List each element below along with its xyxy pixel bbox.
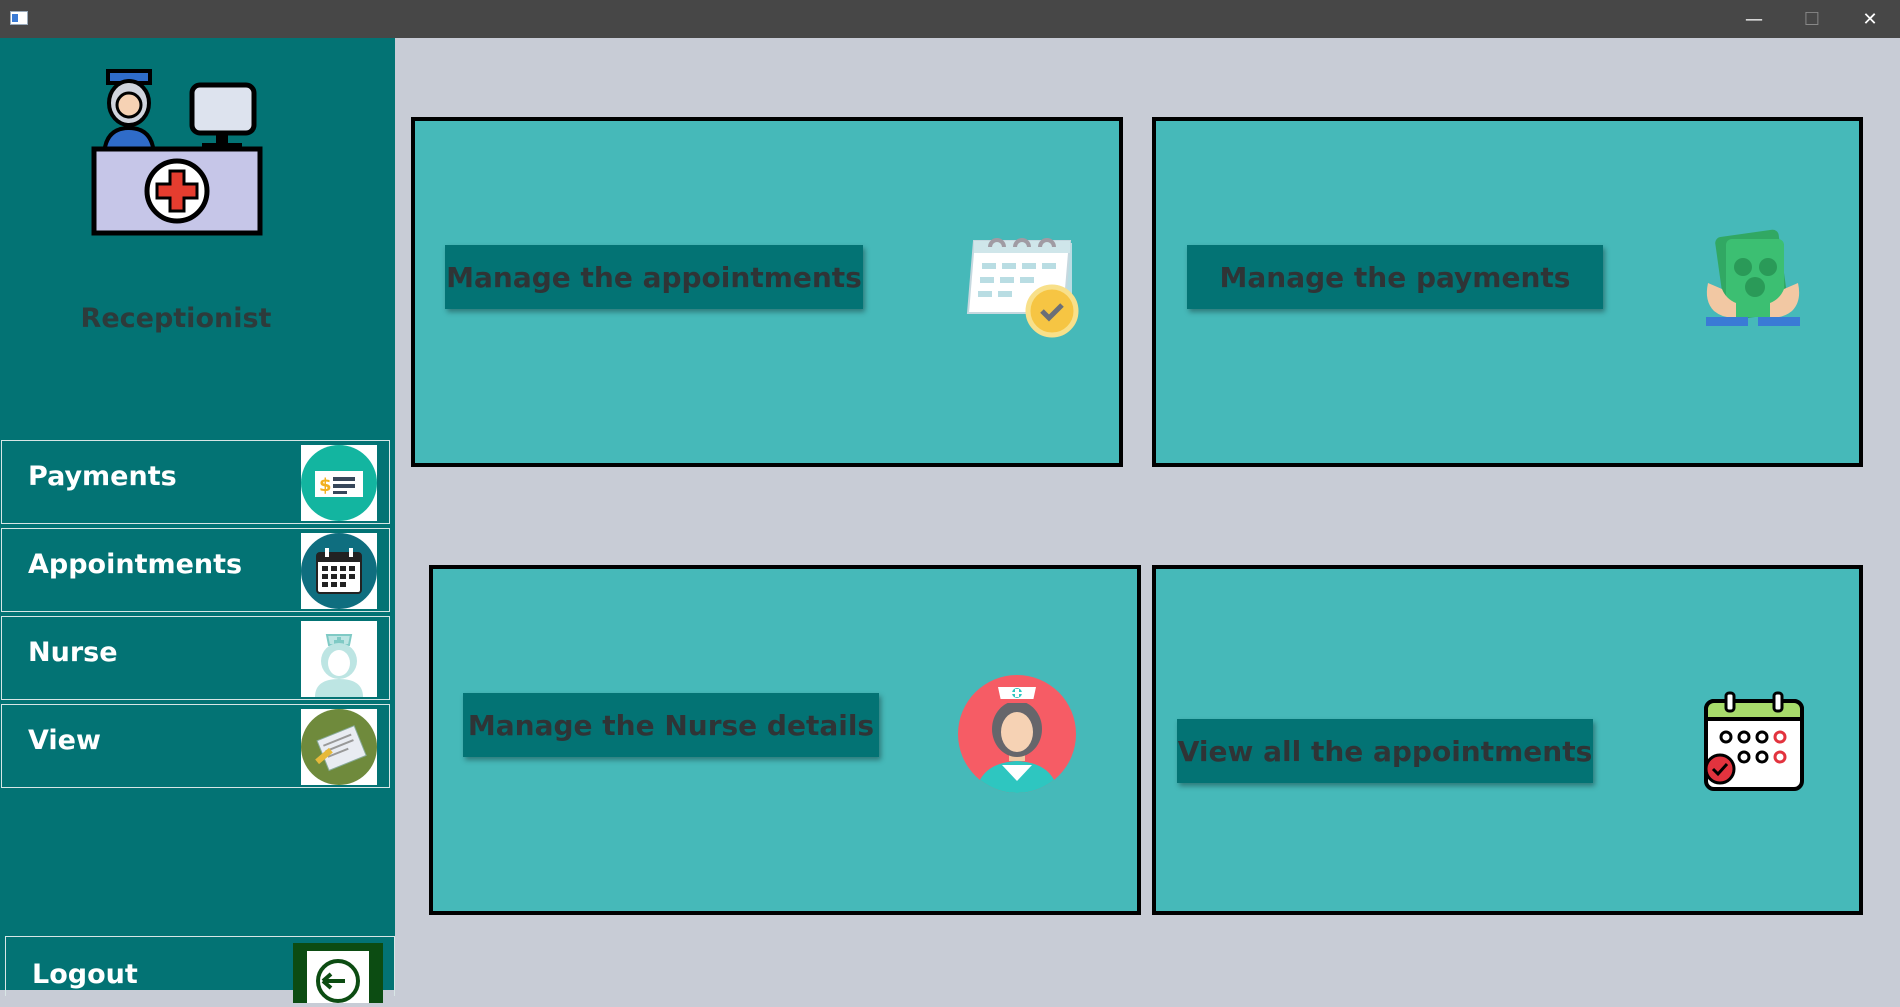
payments-card: Manage the payments	[1152, 117, 1863, 467]
nurse-card: Manage the Nurse details	[429, 565, 1141, 915]
app-icon	[10, 11, 28, 25]
calendar-icon	[301, 533, 377, 609]
sidebar-item-nurse[interactable]: Nurse	[1, 616, 390, 700]
sidebar: Receptionist Payments $ Appointments Nur…	[0, 38, 395, 1003]
money-hands-icon	[1706, 229, 1800, 326]
sidebar-item-label: Nurse	[28, 637, 118, 668]
nurse-icon	[301, 621, 377, 697]
calendar-grid-icon	[1704, 691, 1804, 791]
manage-appointments-button[interactable]: Manage the appointments	[445, 245, 863, 309]
sidebar-item-view[interactable]: View	[1, 704, 390, 788]
logout-button[interactable]: Logout	[5, 936, 395, 1003]
close-button[interactable]: ✕	[1841, 0, 1899, 38]
sidebar-item-appointments[interactable]: Appointments	[1, 528, 390, 612]
logout-label: Logout	[32, 959, 138, 990]
minimize-button[interactable]: —	[1725, 0, 1783, 38]
calendar-check-icon	[966, 238, 1079, 338]
document-view-icon	[301, 709, 377, 785]
svg-text:$: $	[319, 475, 332, 496]
maximize-button[interactable]: ☐	[1783, 0, 1841, 38]
payment-check-icon: $	[301, 445, 377, 521]
sidebar-item-label: View	[28, 725, 101, 756]
appointments-card: Manage the appointments	[411, 117, 1123, 467]
nurse-avatar-icon	[958, 675, 1076, 793]
view-appointments-card: View all the appointments	[1152, 565, 1863, 915]
sidebar-item-payments[interactable]: Payments $	[1, 440, 390, 524]
logout-icon	[293, 943, 383, 1003]
title-bar: — ☐ ✕	[0, 0, 1900, 38]
sidebar-item-label: Payments	[28, 461, 177, 492]
view-appointments-button[interactable]: View all the appointments	[1177, 719, 1593, 783]
manage-payments-button[interactable]: Manage the payments	[1187, 245, 1603, 309]
role-label: Receptionist	[80, 303, 272, 334]
receptionist-logo-icon	[91, 69, 263, 236]
sidebar-item-label: Appointments	[28, 549, 243, 580]
manage-nurse-button[interactable]: Manage the Nurse details	[463, 693, 879, 757]
